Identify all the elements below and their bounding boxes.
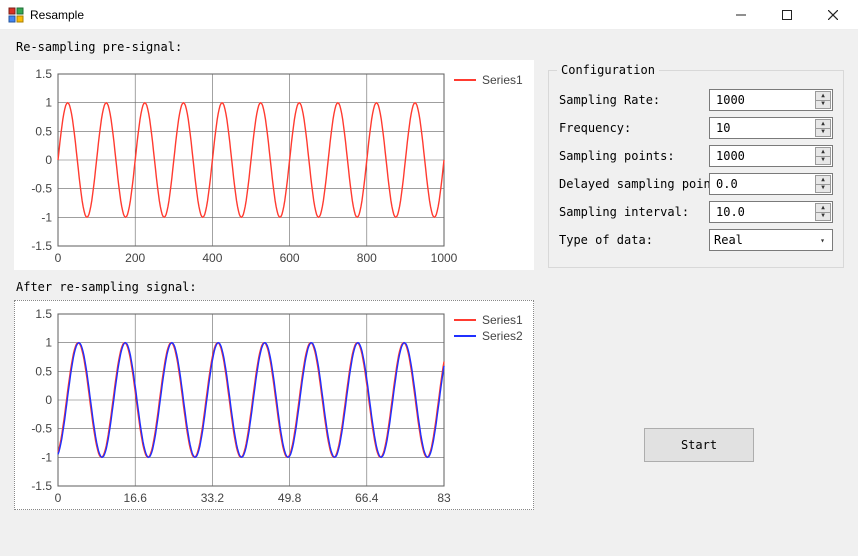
spin-up-icon[interactable]: ▲ (815, 147, 831, 157)
spin-up-icon[interactable]: ▲ (815, 175, 831, 185)
spin-down-icon[interactable]: ▼ (815, 101, 831, 110)
svg-text:-1.5: -1.5 (31, 479, 52, 493)
svg-text:0.5: 0.5 (35, 124, 52, 138)
chart-post-signal-svg: 0 16.6 33.2 49.8 66.4 83 -1.5 -1 -0.5 0 0.5 1 1.5 Ser… (14, 300, 534, 510)
row-frequency: Frequency: ▲ ▼ (559, 117, 833, 139)
minimize-button[interactable] (718, 0, 764, 30)
svg-text:0: 0 (55, 251, 62, 265)
svg-text:200: 200 (125, 251, 145, 265)
close-button[interactable] (810, 0, 856, 30)
label-type-of-data: Type of data: (559, 233, 709, 247)
label-sampling-interval: Sampling interval: (559, 205, 709, 219)
start-button-label: Start (681, 438, 717, 452)
svg-text:1.5: 1.5 (35, 307, 52, 321)
svg-text:-1: -1 (41, 210, 52, 224)
spin-down-icon[interactable]: ▼ (815, 129, 831, 138)
row-delayed-point: Delayed sampling point ▲ ▼ (559, 173, 833, 195)
input-sampling-points[interactable]: ▲ ▼ (709, 145, 833, 167)
svg-text:0: 0 (45, 153, 52, 167)
window-title: Resample (30, 8, 84, 22)
input-sampling-rate-field[interactable] (714, 92, 814, 108)
spin-down-icon[interactable]: ▼ (815, 185, 831, 194)
svg-text:1.5: 1.5 (35, 67, 52, 81)
post-signal-label: After re-sampling signal: (16, 280, 534, 294)
svg-text:49.8: 49.8 (278, 491, 302, 505)
svg-text:800: 800 (357, 251, 377, 265)
svg-text:-1.5: -1.5 (31, 239, 52, 253)
label-frequency: Frequency: (559, 121, 709, 135)
row-sampling-rate: Sampling Rate: ▲ ▼ (559, 89, 833, 111)
chevron-down-icon: ▾ (814, 231, 831, 249)
svg-text:1: 1 (45, 96, 52, 110)
label-sampling-points: Sampling points: (559, 149, 709, 163)
configuration-title: Configuration (557, 63, 659, 77)
combo-type-of-data[interactable]: Real ▾ (709, 229, 833, 251)
spin-down-icon[interactable]: ▼ (815, 213, 831, 222)
input-delayed-point-field[interactable] (714, 176, 814, 192)
input-sampling-rate[interactable]: ▲ ▼ (709, 89, 833, 111)
svg-text:83: 83 (437, 491, 451, 505)
svg-text:33.2: 33.2 (201, 491, 225, 505)
svg-text:Series1: Series1 (482, 73, 523, 87)
svg-text:-0.5: -0.5 (31, 182, 52, 196)
chart-pre-signal: 0 200 400 600 800 1000 -1.5 -1 -0.5 0 0.5 1 1.5 Serie… (14, 60, 534, 270)
row-type-of-data: Type of data: Real ▾ (559, 229, 833, 251)
row-sampling-interval: Sampling interval: ▲ ▼ (559, 201, 833, 223)
spin-up-icon[interactable]: ▲ (815, 119, 831, 129)
input-delayed-point[interactable]: ▲ ▼ (709, 173, 833, 195)
maximize-button[interactable] (764, 0, 810, 30)
svg-text:Series2: Series2 (482, 329, 523, 343)
spin-up-icon[interactable]: ▲ (815, 203, 831, 213)
svg-text:Series1: Series1 (482, 313, 523, 327)
spin-down-icon[interactable]: ▼ (815, 157, 831, 166)
svg-text:400: 400 (202, 251, 222, 265)
svg-text:0: 0 (55, 491, 62, 505)
app-icon (8, 7, 24, 23)
pre-signal-label: Re-sampling pre-signal: (16, 40, 534, 54)
input-sampling-interval-field[interactable] (714, 204, 814, 220)
titlebar: Resample (0, 0, 858, 30)
chart-post-signal: 0 16.6 33.2 49.8 66.4 83 -1.5 -1 -0.5 0 0.5 1 1.5 Ser… (14, 300, 534, 510)
svg-text:-0.5: -0.5 (31, 422, 52, 436)
svg-text:1000: 1000 (431, 251, 458, 265)
chart-pre-signal-svg: 0 200 400 600 800 1000 -1.5 -1 -0.5 0 0.5 1 1.5 Serie… (14, 60, 534, 270)
input-frequency-field[interactable] (714, 120, 814, 136)
label-delayed-point: Delayed sampling point (559, 177, 709, 191)
svg-text:1: 1 (45, 336, 52, 350)
client-area: Re-sampling pre-signal: 0200400600800100… (0, 30, 858, 556)
input-sampling-interval[interactable]: ▲ ▼ (709, 201, 833, 223)
row-sampling-points: Sampling points: ▲ ▼ (559, 145, 833, 167)
svg-text:0: 0 (45, 393, 52, 407)
svg-text:66.4: 66.4 (355, 491, 379, 505)
svg-text:16.6: 16.6 (124, 491, 148, 505)
label-sampling-rate: Sampling Rate: (559, 93, 709, 107)
svg-text:-1: -1 (41, 450, 52, 464)
input-frequency[interactable]: ▲ ▼ (709, 117, 833, 139)
configuration-groupbox: Configuration Sampling Rate: ▲ ▼ Frequen… (548, 70, 844, 268)
right-column: Configuration Sampling Rate: ▲ ▼ Frequen… (548, 70, 844, 268)
combo-type-of-data-value: Real (714, 233, 743, 247)
spin-up-icon[interactable]: ▲ (815, 91, 831, 101)
left-column: Re-sampling pre-signal: 0200400600800100… (14, 40, 534, 510)
window-buttons (718, 0, 856, 30)
svg-text:0.5: 0.5 (35, 364, 52, 378)
start-button[interactable]: Start (644, 428, 754, 462)
svg-text:600: 600 (280, 251, 300, 265)
input-sampling-points-field[interactable] (714, 148, 814, 164)
